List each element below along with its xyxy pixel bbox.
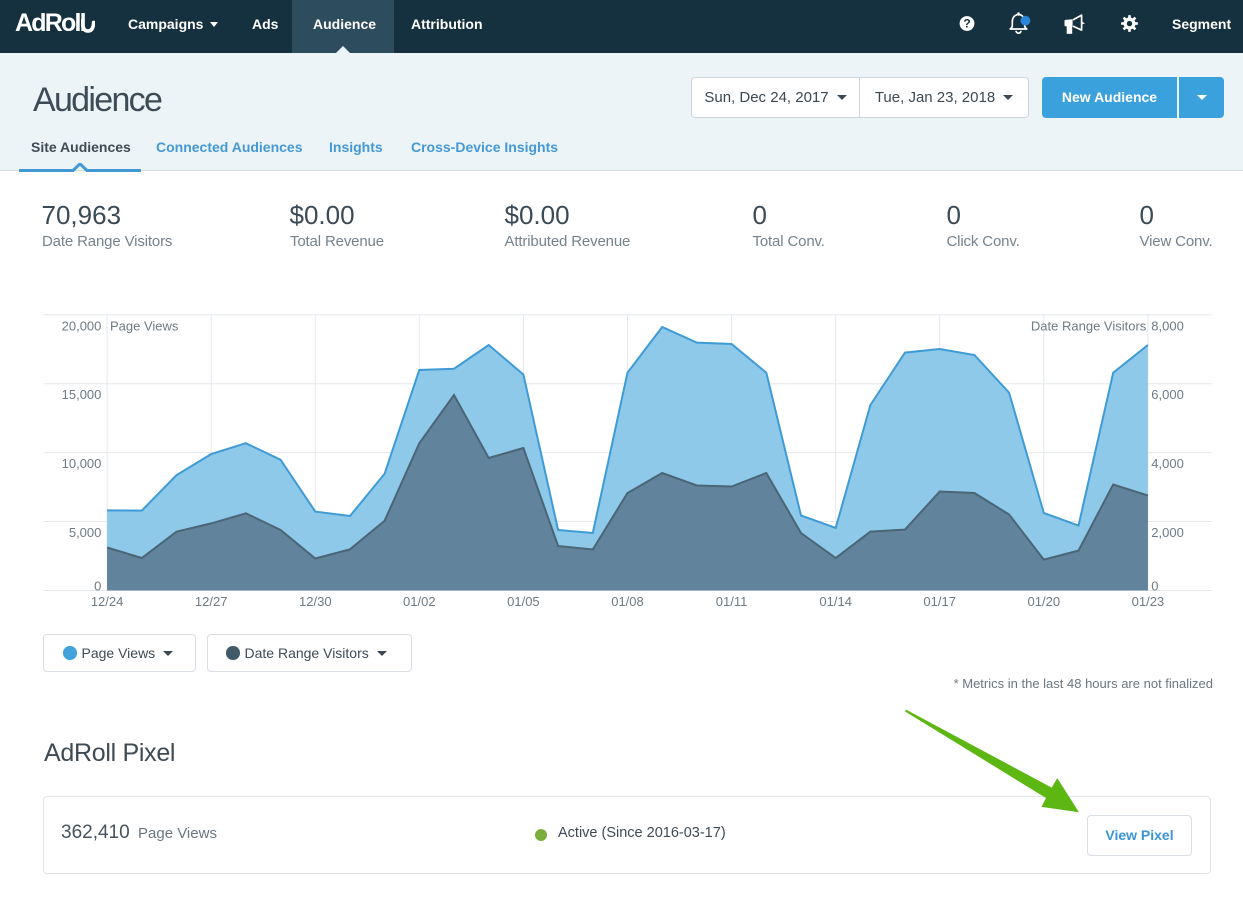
svg-text:?: ? [963,16,970,30]
svg-text:01/17: 01/17 [923,594,956,609]
svg-text:01/05: 01/05 [507,594,540,609]
svg-text:4,000: 4,000 [1151,456,1184,471]
svg-text:2,000: 2,000 [1151,525,1184,540]
svg-text:12/27: 12/27 [195,594,228,609]
svg-text:8,000: 8,000 [1151,319,1184,334]
svg-text:6,000: 6,000 [1151,387,1184,402]
svg-text:01/20: 01/20 [1028,594,1061,609]
svg-text:20,000: 20,000 [62,319,102,334]
svg-text:10,000: 10,000 [62,456,102,471]
svg-text:01/08: 01/08 [611,594,644,609]
svg-text:0: 0 [1151,579,1158,594]
svg-text:01/11: 01/11 [716,594,748,609]
svg-text:01/23: 01/23 [1132,594,1165,609]
svg-text:12/30: 12/30 [299,594,332,609]
svg-text:0: 0 [94,579,101,594]
svg-text:01/02: 01/02 [403,594,436,609]
svg-text:5,000: 5,000 [69,525,102,540]
svg-text:15,000: 15,000 [62,387,102,402]
svg-text:Date Range Visitors: Date Range Visitors [1031,319,1147,334]
svg-text:Page Views: Page Views [110,319,179,334]
svg-text:12/24: 12/24 [91,594,124,609]
svg-text:01/14: 01/14 [819,594,852,609]
